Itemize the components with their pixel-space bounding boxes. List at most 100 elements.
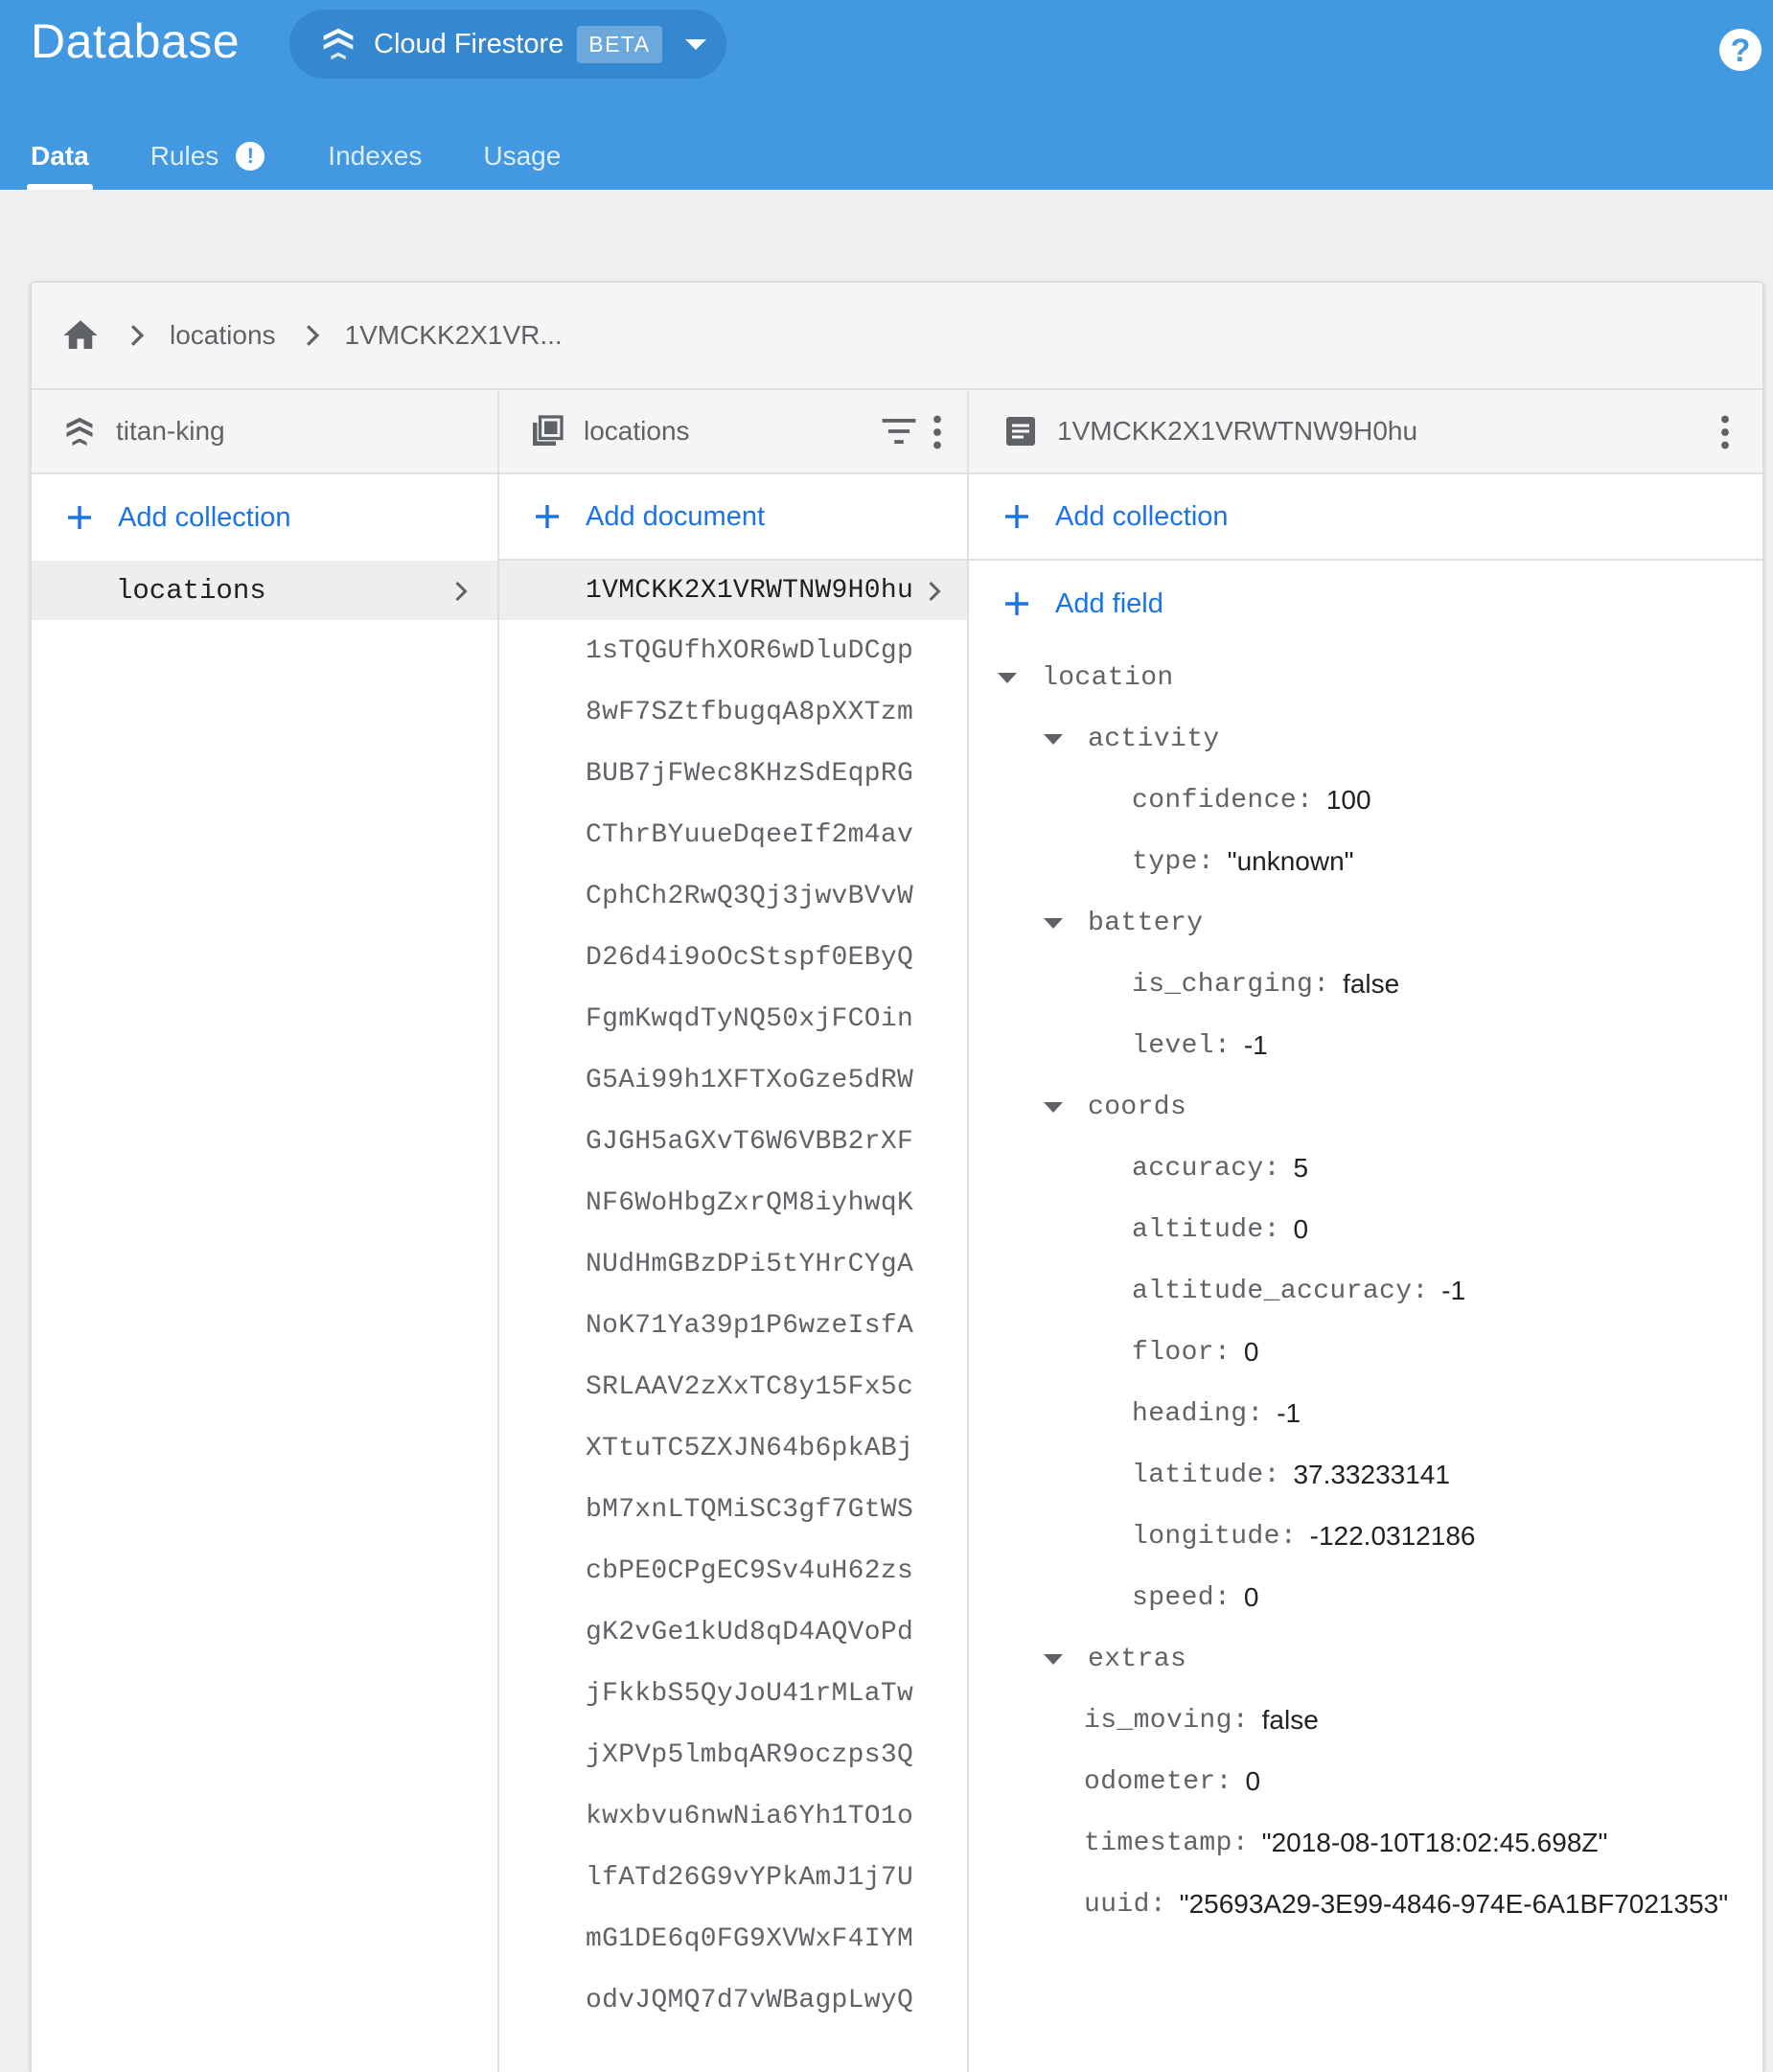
field-separator: :	[1232, 1828, 1249, 1858]
field-key: type	[1132, 846, 1198, 877]
breadcrumb: locations 1VMCKK2X1VR...	[32, 283, 1762, 390]
list-item[interactable]: kwxbvu6nwNia6Yh1TO1o	[499, 1785, 967, 1847]
list-item[interactable]: jFkkbS5QyJoU41rMLaTw	[499, 1663, 967, 1724]
document-id: BUB7jFWec8KHzSdEqpRG	[586, 758, 914, 789]
field-row[interactable]: longitude: -122.0312186	[1132, 1506, 1475, 1567]
field-value: 100	[1325, 785, 1371, 815]
tab-data[interactable]: Data	[27, 123, 93, 190]
list-item[interactable]: NUdHmGBzDPi5tYHrCYgA	[499, 1233, 967, 1295]
field-row[interactable]: heading: -1	[1132, 1383, 1301, 1444]
list-item[interactable]: GJGH5aGXvT6W6VBB2rXF	[499, 1111, 967, 1172]
field-row[interactable]: is_moving: false	[1084, 1690, 1319, 1751]
field-value: 0	[1293, 1214, 1309, 1244]
add-collection-label: Add collection	[118, 501, 291, 533]
breadcrumb-item-collection[interactable]: locations	[170, 320, 276, 351]
list-item[interactable]: CThrBYuueDqeeIf2m4av	[499, 804, 967, 865]
field-value: 0	[1245, 1766, 1261, 1796]
list-item[interactable]: 8wF7SZtfbugqA8pXXTzm	[499, 681, 967, 743]
expand-triangle-icon[interactable]	[1044, 1653, 1063, 1665]
field-group-row[interactable]: battery	[1044, 892, 1203, 954]
help-icon[interactable]: ?	[1719, 29, 1761, 71]
field-group-row[interactable]: location	[998, 647, 1174, 708]
expand-triangle-icon[interactable]	[998, 672, 1017, 683]
list-item[interactable]: XTtuTC5ZXJN64b6pkABj	[499, 1417, 967, 1479]
field-separator: :	[1297, 785, 1313, 816]
document-id: NF6WoHbgZxrQM8iyhwqK	[586, 1187, 914, 1218]
home-icon[interactable]	[60, 315, 101, 356]
document-id: D26d4i9oOcStspf0EByQ	[586, 942, 914, 973]
field-row[interactable]: type: "unknown"	[1132, 831, 1354, 892]
field-key: odometer	[1084, 1766, 1216, 1797]
document-id: 8wF7SZtfbugqA8pXXTzm	[586, 697, 914, 727]
document-id: kwxbvu6nwNia6Yh1TO1o	[586, 1801, 914, 1831]
field-row[interactable]: timestamp: "2018-08-10T18:02:45.698Z"	[1084, 1812, 1607, 1874]
field-value: "unknown"	[1227, 846, 1354, 876]
field-row[interactable]: is_charging: false	[1132, 954, 1399, 1015]
add-subcollection-button[interactable]: Add collection	[969, 474, 1762, 561]
document-column: 1VMCKK2X1VRWTNW9H0hu Add collection Add …	[969, 390, 1762, 2072]
field-row[interactable]: altitude:0	[1132, 1199, 1308, 1260]
field-row[interactable]: level: -1	[1132, 1015, 1268, 1076]
document-id: NoK71Ya39p1P6wzeIsfA	[586, 1310, 914, 1341]
field-separator: :	[1214, 1030, 1231, 1061]
list-item[interactable]: FgmKwqdTyNQ50xjFCOin	[499, 988, 967, 1049]
field-value: -1	[1277, 1398, 1301, 1428]
field-row[interactable]: confidence:100	[1132, 770, 1371, 831]
field-key: timestamp	[1084, 1828, 1232, 1858]
field-key: extras	[1088, 1644, 1187, 1674]
add-field-button[interactable]: Add field	[969, 561, 1762, 647]
list-item[interactable]: SRLAAV2zXxTC8y15Fx5c	[499, 1356, 967, 1417]
list-item-locations[interactable]: locations	[32, 561, 497, 620]
field-separator: :	[1279, 1521, 1297, 1552]
list-item[interactable]: BUB7jFWec8KHzSdEqpRG	[499, 743, 967, 804]
more-vert-icon[interactable]	[1720, 415, 1730, 449]
list-item[interactable]: gK2vGe1kUd8qD4AQVoPd	[499, 1601, 967, 1663]
tab-usage[interactable]: Usage	[483, 123, 561, 190]
list-item[interactable]: D26d4i9oOcStspf0EByQ	[499, 927, 967, 988]
tab-indexes[interactable]: Indexes	[328, 123, 422, 190]
expand-triangle-icon[interactable]	[1044, 733, 1063, 745]
field-row[interactable]: odometer:0	[1084, 1751, 1260, 1812]
field-row[interactable]: altitude_accuracy: -1	[1132, 1260, 1465, 1322]
filter-icon[interactable]	[881, 417, 917, 446]
list-item[interactable]: NoK71Ya39p1P6wzeIsfA	[499, 1295, 967, 1356]
product-selector[interactable]: Cloud Firestore BETA	[289, 10, 726, 79]
field-row[interactable]: accuracy:5	[1132, 1138, 1308, 1199]
list-item[interactable]: lfATd26G9vYPkAmJ1j7U	[499, 1847, 967, 1908]
list-item-selected[interactable]: 1VMCKK2X1VRWTNW9H0hu	[499, 561, 967, 620]
document-id: gK2vGe1kUd8qD4AQVoPd	[586, 1617, 914, 1647]
expand-triangle-icon[interactable]	[1044, 1101, 1063, 1113]
field-row[interactable]: speed:0	[1132, 1567, 1258, 1628]
field-group-row[interactable]: extras	[1044, 1628, 1186, 1690]
expand-triangle-icon[interactable]	[1044, 917, 1063, 929]
field-separator: :	[1149, 1889, 1166, 1920]
document-id: CphCh2RwQ3Qj3jwvBVvW	[586, 881, 914, 911]
list-item[interactable]: bM7xnLTQMiSC3gf7GtWS	[499, 1479, 967, 1540]
more-vert-icon[interactable]	[933, 415, 942, 449]
field-row[interactable]: uuid: "25693A29-3E99-4846-974E-6A1BF70213…	[1084, 1874, 1728, 1935]
firestore-icon	[66, 417, 93, 446]
list-item[interactable]: mG1DE6q0FG9XVWxF4IYM	[499, 1908, 967, 1969]
list-item[interactable]: NF6WoHbgZxrQM8iyhwqK	[499, 1172, 967, 1233]
breadcrumb-item-document[interactable]: 1VMCKK2X1VR...	[345, 320, 563, 351]
tab-bar: Data Rules ! Indexes Usage	[0, 123, 561, 190]
list-item[interactable]: jXPVp5lmbqAR9oczps3Q	[499, 1724, 967, 1785]
tab-rules[interactable]: Rules !	[150, 123, 265, 190]
collection-name: locations	[116, 574, 266, 607]
field-separator: :	[1214, 1337, 1231, 1368]
field-row[interactable]: latitude:37.33233141	[1132, 1444, 1450, 1506]
add-document-button[interactable]: Add document	[499, 474, 967, 561]
list-item[interactable]: cbPE0CPgEC9Sv4uH62zs	[499, 1540, 967, 1601]
field-group-row[interactable]: coords	[1044, 1076, 1186, 1138]
field-value: 37.33233141	[1293, 1460, 1450, 1489]
root-column: titan-king Add collection locations	[32, 390, 499, 2072]
list-item[interactable]: CphCh2RwQ3Qj3jwvBVvW	[499, 865, 967, 927]
add-collection-button[interactable]: Add collection	[32, 474, 497, 561]
list-item[interactable]: 1sTQGUfhXOR6wDluDCgp	[499, 620, 967, 681]
field-value: 5	[1293, 1153, 1309, 1183]
field-row[interactable]: floor:0	[1132, 1322, 1258, 1383]
field-group-row[interactable]: activity	[1044, 708, 1220, 770]
document-id: G5Ai99h1XFTXoGze5dRW	[586, 1065, 914, 1095]
list-item[interactable]: G5Ai99h1XFTXoGze5dRW	[499, 1049, 967, 1111]
list-item[interactable]: odvJQMQ7d7vWBagpLwyQ	[499, 1969, 967, 2031]
